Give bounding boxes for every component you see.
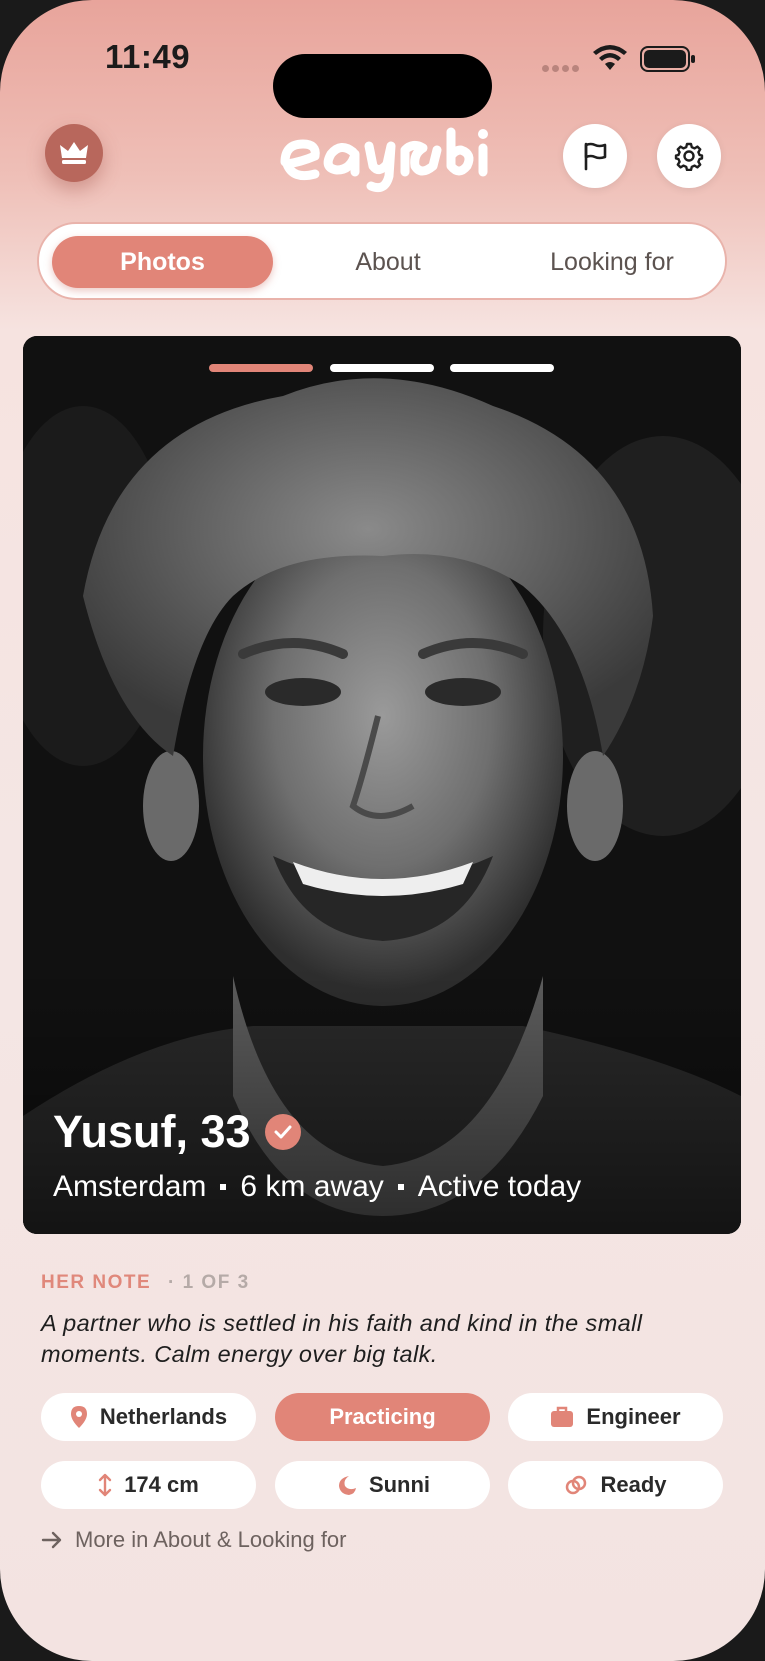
chip-label: Ready [600,1472,667,1497]
gear-icon [674,142,704,171]
chip-profession[interactable]: Engineer [508,1393,723,1441]
phone-screen: 11:49 Photos About Looking for Yusuf, 33… [0,0,765,1661]
more-info-link[interactable]: More in About & Looking for [41,1527,347,1553]
separator-dot [220,1184,227,1190]
chip-country[interactable]: Netherlands [41,1393,256,1441]
tab-photos[interactable]: Photos [52,236,273,288]
chip-practice[interactable]: Practicing [275,1393,490,1441]
separator-dot [397,1184,404,1190]
flag-icon [584,142,607,171]
moon-icon [335,1474,357,1496]
premium-crown-button[interactable] [45,124,103,182]
arrow-right-icon [41,1531,63,1549]
tab-looking-for[interactable]: Looking for [501,236,723,288]
chip-label: Netherlands [99,1404,228,1429]
tab-about[interactable]: About [277,236,499,288]
chip-label: Engineer [586,1404,681,1429]
chip-readiness[interactable]: Ready [508,1461,723,1509]
report-flag-button[interactable] [563,124,627,188]
rings-icon [564,1474,588,1496]
profile-photo [23,336,741,1234]
briefcase-icon [550,1406,574,1428]
profile-name-row: Yusuf, 33 [53,1106,301,1158]
chip-height[interactable]: 174 cm [41,1461,256,1509]
profile-name-age: Yusuf, 33 [53,1106,251,1157]
crown-icon [60,142,88,164]
more-info-label: More in About & Looking for [75,1527,347,1552]
status-time: 11:49 [105,38,191,75]
signal-icon [542,59,582,77]
profile-distance: 6 km away [240,1170,384,1203]
profile-photo-card[interactable]: Yusuf, 33 Amsterdam 6 km away Active tod… [23,336,741,1234]
app-logo [280,127,488,193]
note-header: HER NOTE · 1 OF 3 [41,1272,250,1294]
height-arrows-icon [98,1473,112,1497]
note-label: HER NOTE [41,1272,152,1293]
status-bar: 11:49 [0,30,765,118]
battery-icon [640,46,695,72]
chip-sect[interactable]: Sunni [275,1461,490,1509]
chip-label: Practicing [329,1404,436,1429]
chip-label: Sunni [368,1472,431,1497]
profile-activity: Active today [417,1170,582,1203]
note-count: · 1 OF 3 [167,1272,250,1293]
settings-button[interactable] [657,124,721,188]
photo-progress-3 [450,364,554,372]
note-text: A partner who is settled in his faith an… [41,1310,643,1367]
verified-badge-icon [264,1114,301,1150]
dynamic-island [273,54,492,118]
chip-label: 174 cm [124,1472,199,1497]
profile-meta: Amsterdam 6 km away Active today [53,1170,581,1204]
photo-progress-2 [330,364,434,372]
location-pin-icon [70,1405,88,1429]
photo-progress-1 [209,364,313,372]
wifi-icon [593,45,627,70]
profile-tabs: Photos About Looking for [37,222,727,300]
profile-city: Amsterdam [53,1170,207,1203]
